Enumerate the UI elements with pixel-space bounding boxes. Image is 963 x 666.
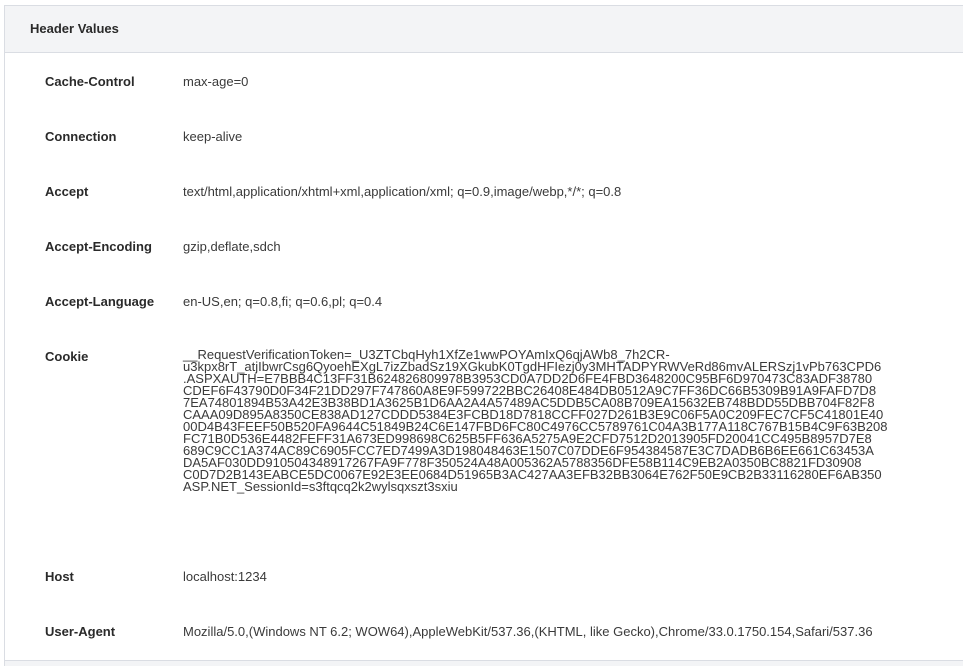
header-name: Accept-Encoding <box>45 239 152 254</box>
cookie-line: ASP.NET_SessionId=s3ftqcq2k2wylsqxszt3sx… <box>183 479 458 494</box>
header-value: en-US,en; q=0.8,fi; q=0.6,pl; q=0.4 <box>183 294 383 309</box>
header-value: Mozilla/5.0,(Windows NT 6.2; WOW64),Appl… <box>183 624 873 639</box>
panel-title: Header Values <box>5 6 963 53</box>
header-name: Connection <box>45 129 117 144</box>
cookie-value: __RequestVerificationToken=_U3ZTCbqHyh1X… <box>183 348 887 494</box>
header-name: Cookie <box>45 349 89 364</box>
header-name: User-Agent <box>45 624 116 639</box>
header-name: Accept-Language <box>45 294 155 309</box>
header-name: Host <box>45 569 74 584</box>
header-value: localhost:1234 <box>183 569 267 584</box>
header-value: keep-alive <box>183 129 243 144</box>
header-value: gzip,deflate,sdch <box>183 239 281 254</box>
header-name: Accept <box>45 184 89 199</box>
header-value: max-age=0 <box>183 74 249 89</box>
header-values-panel: Header Values Cache-Control max-age=0 Co… <box>4 5 963 666</box>
header-name: Cache-Control <box>45 74 135 89</box>
header-value: text/html,application/xhtml+xml,applicat… <box>183 184 622 199</box>
panel-bottom-border <box>5 660 963 666</box>
